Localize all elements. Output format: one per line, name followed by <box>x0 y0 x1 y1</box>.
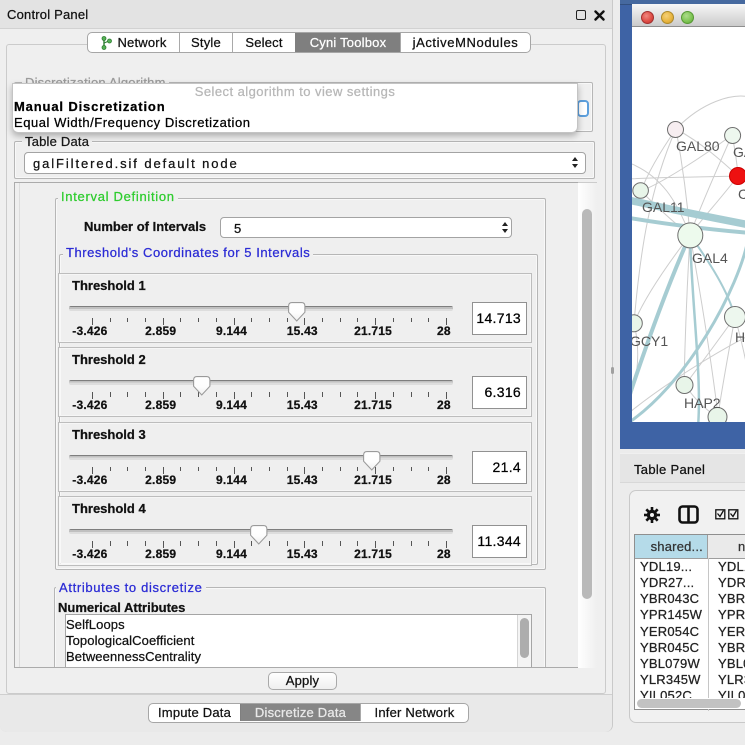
svg-text:HAP2: HAP2 <box>684 395 721 411</box>
svg-text:C: C <box>738 186 745 202</box>
svg-text:GA: GA <box>733 144 745 160</box>
svg-text:GAL4: GAL4 <box>692 250 728 266</box>
svg-text:GAL80: GAL80 <box>676 138 720 154</box>
svg-text:GCY1: GCY1 <box>632 333 668 349</box>
svg-text:GAL11: GAL11 <box>642 199 685 215</box>
svg-text:H: H <box>735 329 745 345</box>
